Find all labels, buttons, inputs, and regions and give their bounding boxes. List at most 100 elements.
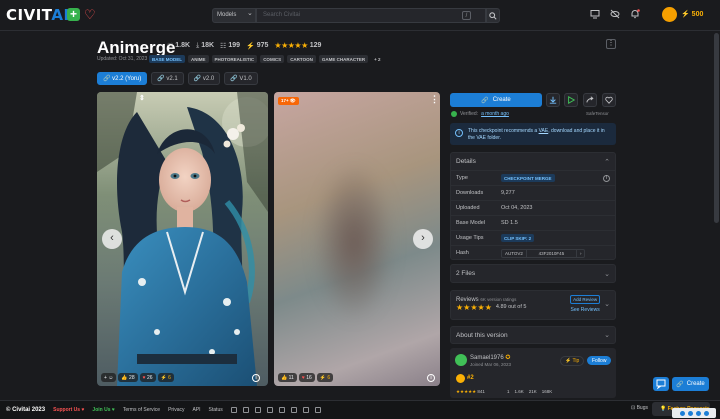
creator-name[interactable]: Samael1976 ✪ (470, 354, 510, 361)
vae-link[interactable]: VAE (539, 128, 549, 134)
version-tab[interactable]: 🔗 v2.1 (151, 72, 184, 85)
reddit-icon[interactable] (290, 407, 297, 413)
tag-game-character[interactable]: GAME CHARACTER (318, 55, 369, 63)
files-panel[interactable]: 2 Files ⌄ (450, 264, 616, 283)
join-label: Join Us (92, 407, 111, 413)
user-avatar[interactable] (662, 7, 677, 22)
buzz-reaction[interactable]: ⚡ 6 (316, 373, 334, 382)
download-button[interactable] (546, 93, 560, 107)
favorite-button[interactable] (602, 93, 616, 107)
version-tab[interactable]: 🔗 v2.2 (Yoru) (97, 72, 148, 85)
prev-image-button[interactable]: ‹ (102, 229, 122, 249)
rating-stars[interactable]: ★★★★★ 129 (274, 41, 321, 50)
chevron-down-icon: ⌄ (604, 270, 610, 278)
version-tab[interactable]: 🔗 v2.0 (187, 72, 221, 85)
search-button[interactable] (486, 8, 500, 23)
tip-button[interactable]: ⚡ Tip (560, 356, 585, 366)
image1-reactions: + ☺ 👍 28 ♥ 26 ⚡ 6 (101, 373, 174, 382)
image-info-icon[interactable]: i (252, 374, 260, 382)
creator-avatar[interactable] (455, 354, 467, 366)
chat-button[interactable] (653, 377, 669, 391)
verified-time-link[interactable]: a month ago (481, 111, 509, 117)
follow-button[interactable]: Follow (587, 356, 612, 365)
chevron-down-icon: ⌄ (604, 332, 610, 339)
join-us-link[interactable]: Join Us ♥ (92, 407, 114, 413)
floating-create-button[interactable]: 🔗 Create (672, 377, 709, 391)
heart-reaction[interactable]: ♥ 16 (298, 373, 315, 382)
add-plus-icon[interactable]: + (67, 8, 80, 21)
rating-stars-icon: ★★★★★ (456, 302, 492, 312)
social-icons (230, 407, 321, 413)
hash-type[interactable]: AUTOV2 (502, 249, 527, 257)
detail-row-usage-tips: Usage Tips CLIP SKIP: 2 (451, 230, 615, 245)
youtube-icon[interactable] (266, 407, 273, 413)
share-button[interactable] (583, 93, 597, 107)
add-reaction-button[interactable]: + ☺ (101, 373, 117, 382)
add-review-button[interactable]: Add Review (570, 295, 601, 304)
github-icon[interactable] (302, 407, 309, 413)
like-reaction[interactable]: 👍 28 (118, 373, 138, 382)
search-input[interactable]: Search Civitai / (256, 8, 486, 23)
comments-stat[interactable]: ☷ 199 (220, 42, 240, 50)
type-badge: CHECKPOINT MERGE (501, 174, 555, 182)
privacy-link[interactable]: Privacy (168, 407, 184, 413)
details-header[interactable]: Details ⌃ (451, 153, 615, 170)
gallery-image-2-blurred[interactable]: ⋮ › 👍 11 ♥ 16 ⚡ 6 i (274, 92, 440, 386)
version-tab[interactable]: 🔗 V1.0 (224, 72, 258, 85)
tag-photorealistic[interactable]: PHOTOREALISTIC (211, 55, 258, 63)
gallery-image-1[interactable]: ‹ ⇕ + ☺ 👍 28 ♥ 26 ⚡ 6 i (97, 92, 268, 386)
api-link[interactable]: API (192, 407, 200, 413)
support-heart-icon[interactable]: ♡ (84, 7, 96, 23)
tiktok-icon[interactable] (278, 407, 285, 413)
about-version-panel[interactable]: About this version ⌄ (450, 326, 616, 344)
scrollbar-thumb[interactable] (714, 33, 719, 223)
run-button[interactable] (564, 93, 578, 107)
more-options-button[interactable]: ⋮ (606, 39, 616, 49)
instagram-icon[interactable] (254, 407, 261, 413)
search-filter-select[interactable]: Models (212, 7, 256, 23)
image-menu-icon[interactable]: ⋮ (430, 95, 439, 104)
terms-link[interactable]: Terms of Service (123, 407, 160, 413)
heart-count: 26 (146, 374, 153, 381)
chevron-down-icon[interactable]: ⌄ (604, 300, 610, 308)
about-header: About this version ⌄ (451, 327, 615, 343)
detail-row-hash: Hash AUTOV2 43F2010F45 › (451, 245, 615, 260)
tag-comics[interactable]: COMICS (260, 55, 285, 63)
blurred-content (314, 162, 394, 322)
next-image-button[interactable]: › (413, 229, 433, 249)
tag-cartoon[interactable]: CARTOON (287, 55, 316, 63)
status-link[interactable]: Status (209, 407, 223, 413)
hash-box: AUTOV2 43F2010F45 › (501, 248, 586, 258)
support-us-link[interactable]: Support Us ♥ (53, 407, 84, 413)
civitai-logo[interactable]: CIVITAI (6, 6, 70, 24)
discord-icon[interactable] (230, 407, 237, 413)
about-title: About this version (456, 331, 508, 339)
drag-handle-icon[interactable]: ⇕ (139, 95, 145, 102)
monitor-icon[interactable] (590, 9, 600, 19)
copy-hash-icon[interactable]: › (577, 250, 585, 257)
model-tags: BASE MODEL ANIME PHOTOREALISTIC COMICS C… (149, 55, 384, 63)
eye-off-icon[interactable] (610, 9, 620, 19)
twitter-icon[interactable] (242, 407, 249, 413)
tag-anime[interactable]: ANIME (188, 55, 209, 63)
image-info-icon[interactable]: i (427, 374, 435, 382)
see-reviews-link[interactable]: See Reviews (571, 307, 600, 313)
heart-reaction[interactable]: ♥ 26 (139, 373, 156, 382)
buzz-reaction[interactable]: ⚡ 6 (157, 373, 174, 382)
tag-more[interactable]: + 2 (371, 55, 383, 63)
info-icon[interactable]: i (603, 174, 610, 182)
creator-name-text: Samael1976 (470, 355, 504, 361)
browser-tool-tray[interactable] (672, 408, 716, 418)
bell-icon[interactable] (630, 9, 640, 19)
favorites-stat[interactable]: ♡ 1.8K (167, 42, 190, 50)
page-scrollbar[interactable] (713, 31, 720, 400)
like-reaction[interactable]: 👍 11 (278, 373, 297, 382)
bugs-link[interactable]: ⊡ Bugs (631, 405, 648, 411)
download-icon (549, 96, 557, 104)
buzz-stat[interactable]: ⚡ 975 (246, 42, 268, 50)
creator-stats: 1 1.6K 21K 168K (507, 389, 552, 394)
create-button[interactable]: 🔗 Create (450, 93, 542, 107)
twitch-icon[interactable] (314, 407, 321, 413)
tag-base-model[interactable]: BASE MODEL (149, 55, 186, 63)
buzz-balance[interactable]: ⚡ 500 (681, 10, 703, 18)
